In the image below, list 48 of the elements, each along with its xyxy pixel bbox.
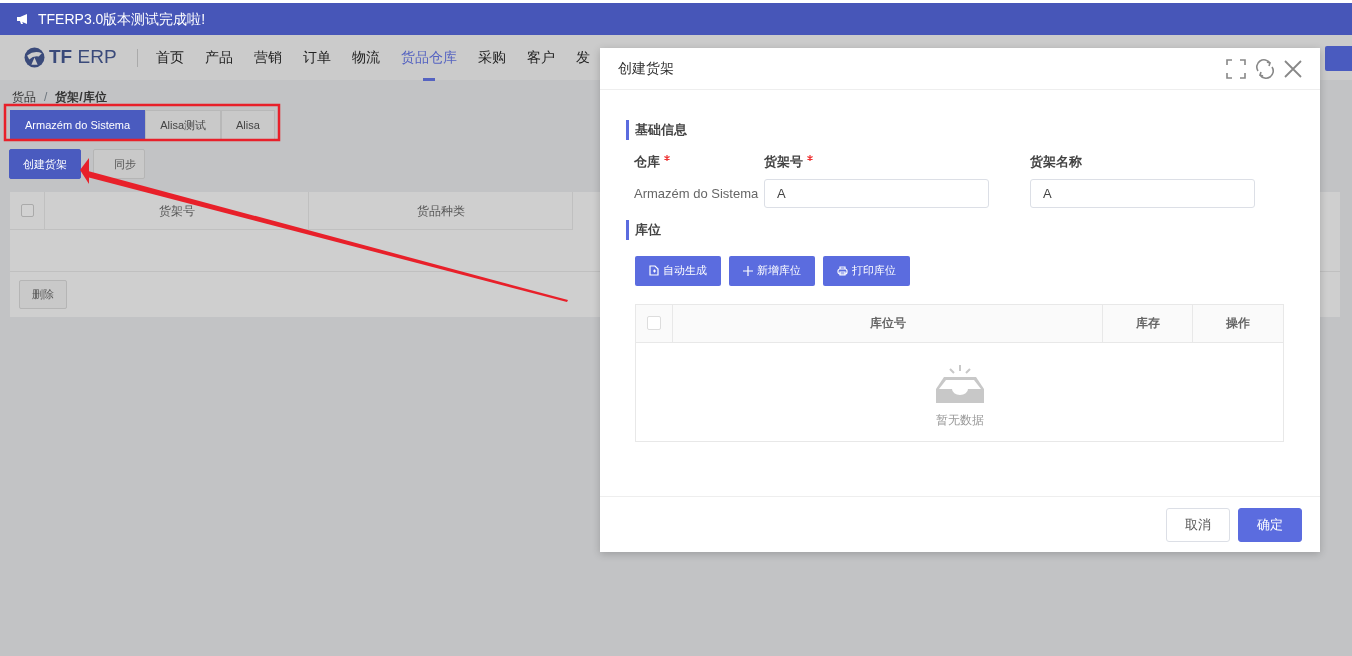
column-header: 货品种类 — [309, 192, 573, 230]
nav-item[interactable]: 产品 — [204, 34, 233, 81]
document-icon — [649, 265, 659, 276]
logo-text: TF ERP — [49, 45, 117, 70]
field-label: 货架号 — [764, 152, 803, 171]
empty-inbox-icon — [935, 362, 984, 403]
toolbar-button[interactable]: 打印库位 — [823, 255, 910, 286]
delete-button[interactable]: 删除 — [19, 280, 67, 309]
breadcrumb-separator: / — [44, 89, 48, 106]
megaphone-icon — [16, 13, 30, 25]
nav-item[interactable]: 客户 — [526, 34, 555, 81]
warehouse-tab[interactable]: Armazém do Sistema — [10, 110, 146, 141]
confirm-button[interactable]: 确定 — [1238, 507, 1302, 542]
section-title: 库位 — [626, 220, 1320, 240]
nav-item[interactable]: 采购 — [477, 34, 506, 81]
column-header: 操作 — [1193, 304, 1283, 343]
sync-button[interactable]: 同步 — [93, 148, 145, 179]
nav-item[interactable]: 订单 — [302, 34, 331, 81]
column-header: 库位号 — [673, 304, 1103, 343]
breadcrumb-item[interactable]: 货品 — [12, 88, 36, 106]
fullscreen-icon[interactable] — [1226, 58, 1246, 79]
text-field[interactable]: A — [764, 179, 989, 208]
section-title: 基础信息 — [626, 120, 1320, 140]
empty-text: 暂无数据 — [935, 411, 984, 429]
checkbox[interactable] — [20, 204, 34, 217]
nav-item[interactable]: 发 — [575, 34, 590, 81]
warehouse-tab[interactable]: Alisa测试 — [145, 110, 221, 141]
field-value: Armazém do Sistema — [634, 185, 756, 203]
nav-item[interactable]: 营销 — [253, 34, 282, 81]
nav-item[interactable]: 首页 — [155, 34, 184, 81]
field-label: 货架名称 — [1030, 152, 1082, 171]
logo-icon — [24, 47, 45, 68]
create-shelf-button[interactable]: 创建货架 — [9, 148, 81, 179]
toolbar-button[interactable]: 新增库位 — [729, 255, 815, 286]
field-label: 仓库 — [634, 152, 660, 171]
nav-item[interactable]: 物流 — [351, 34, 380, 81]
refresh-icon[interactable] — [1254, 57, 1276, 80]
text-field[interactable]: A — [1030, 179, 1255, 208]
column-header: 库存 — [1103, 304, 1193, 343]
plus-icon — [743, 265, 753, 276]
dialog-title: 创建货架 — [618, 59, 675, 78]
warehouse-tab[interactable]: Alisa — [221, 110, 275, 141]
breadcrumb-item: 货架/库位 — [55, 89, 107, 106]
announcement-text: TFERP3.0版本测试完成啦! — [38, 9, 206, 29]
printer-icon — [837, 265, 848, 276]
cancel-button[interactable]: 取消 — [1166, 507, 1230, 542]
toolbar-button[interactable]: 自动生成 — [635, 255, 721, 286]
close-icon[interactable] — [1284, 59, 1302, 78]
